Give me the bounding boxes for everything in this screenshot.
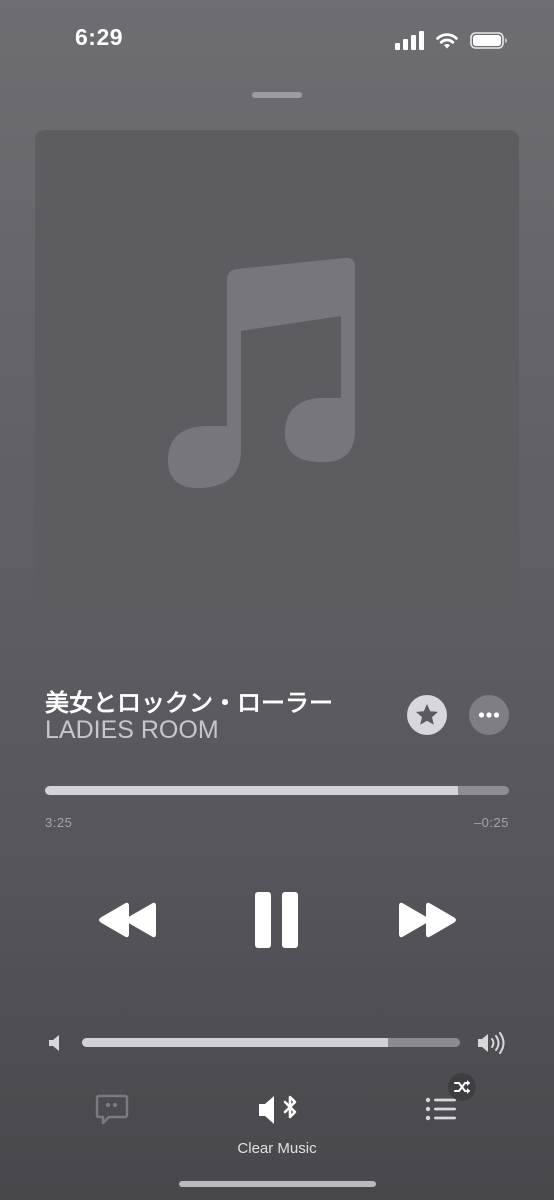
- home-indicator[interactable]: [179, 1181, 376, 1187]
- battery-icon: [470, 32, 507, 49]
- song-title[interactable]: 美女とロックン・ローラー: [45, 683, 333, 718]
- favorite-button[interactable]: [407, 695, 447, 735]
- elapsed-time: 3:25: [45, 815, 73, 830]
- shuffle-icon: [454, 1080, 470, 1094]
- remaining-time: –0:25: [473, 815, 509, 830]
- playback-scrubber[interactable]: [45, 786, 509, 795]
- music-note-icon: [168, 257, 355, 489]
- album-artwork: [35, 130, 519, 614]
- fast-forward-icon: [399, 902, 456, 938]
- queue-list-icon: [425, 1097, 456, 1121]
- audio-output-label[interactable]: Clear Music: [0, 1140, 554, 1157]
- rewind-button[interactable]: [97, 890, 157, 950]
- artist-name[interactable]: LADIES ROOM: [45, 716, 219, 745]
- audio-output-button[interactable]: [256, 1092, 302, 1128]
- star-icon: [416, 704, 438, 725]
- playback-progress-fill: [45, 786, 459, 795]
- shuffle-badge: [448, 1073, 476, 1101]
- speaker-low-icon: [49, 1035, 59, 1051]
- cellular-signal-icon: [395, 30, 425, 50]
- lyrics-quote-bubble-icon: [95, 1094, 129, 1125]
- wifi-icon: [436, 33, 458, 49]
- pause-icon: [255, 892, 298, 948]
- volume-slider[interactable]: [82, 1038, 460, 1047]
- rewind-icon: [99, 902, 156, 938]
- volume-fill: [82, 1038, 389, 1047]
- speaker-bluetooth-icon: [259, 1095, 297, 1124]
- ellipsis-icon: [478, 712, 500, 718]
- sheet-grabber[interactable]: [252, 92, 302, 98]
- pause-button[interactable]: [252, 890, 302, 950]
- speaker-high-icon: [478, 1032, 505, 1054]
- lyrics-button[interactable]: [94, 1093, 130, 1127]
- fast-forward-button[interactable]: [398, 890, 458, 950]
- more-button[interactable]: [469, 695, 509, 735]
- status-time: 6:29: [75, 24, 124, 50]
